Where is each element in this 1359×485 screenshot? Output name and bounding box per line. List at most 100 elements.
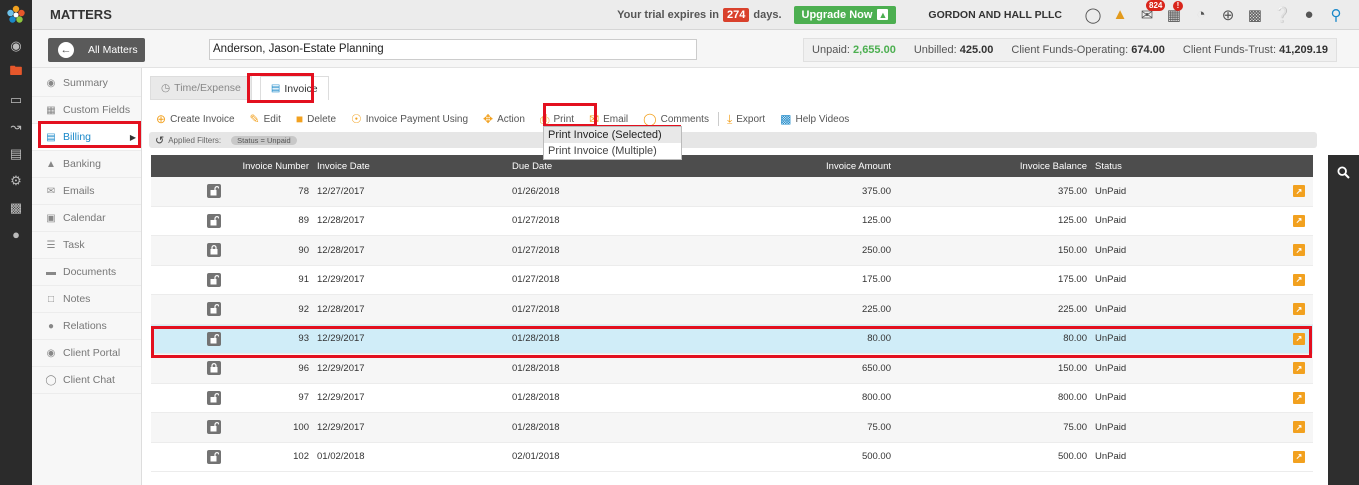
column-header-invoice-balance[interactable]: Invoice Balance bbox=[1020, 161, 1087, 172]
sidebar-item-task[interactable]: ☰ Task bbox=[32, 232, 141, 259]
edit-button[interactable]: ✎ Edit bbox=[250, 112, 281, 126]
sidebar-item-banking[interactable]: ▲ Banking bbox=[32, 151, 141, 178]
table-row[interactable]: 97 12/29/2017 01/28/2018 800.00 800.00 UnPaid… bbox=[151, 384, 1313, 413]
firm-name[interactable]: GORDON AND HALL PLLC bbox=[928, 9, 1062, 21]
search-icon[interactable] bbox=[1328, 155, 1359, 190]
email-button[interactable]: ✉ Email bbox=[589, 112, 628, 126]
contacts-icon[interactable]: ● bbox=[0, 221, 32, 248]
table-row[interactable]: 102 01/02/2018 02/01/2018 500.00 500.00 UnPai… bbox=[151, 443, 1313, 472]
app-logo[interactable] bbox=[0, 0, 32, 30]
open-invoice-icon[interactable]: ↗ bbox=[1293, 185, 1305, 198]
sidebar-item-client-chat[interactable]: ◯ Client Chat bbox=[32, 367, 141, 394]
matter-name-field[interactable]: Anderson, Jason-Estate Planning bbox=[209, 39, 697, 60]
column-header-status[interactable]: Status bbox=[1095, 161, 1122, 172]
print-invoice-selected-option[interactable]: Print Invoice (Selected) bbox=[544, 127, 681, 143]
sidebar-item-summary[interactable]: ◉ Summary bbox=[32, 70, 141, 97]
calendar-alert-icon[interactable]: ▦! bbox=[1165, 0, 1183, 24]
user-icon[interactable]: ● bbox=[1300, 6, 1318, 23]
open-invoice-icon[interactable]: ↗ bbox=[1293, 273, 1305, 286]
clock-icon: ◷ bbox=[161, 82, 171, 94]
mail-icon[interactable]: ✉ 824 bbox=[1138, 0, 1166, 24]
help-icon[interactable]: ❔ bbox=[1273, 6, 1292, 24]
table-row[interactable]: 90 12/28/2017 01/27/2018 250.00 150.00 UnPaid… bbox=[151, 236, 1313, 266]
unlock-icon[interactable] bbox=[207, 420, 221, 435]
help-videos-button[interactable]: ▩ Help Videos bbox=[780, 112, 849, 126]
delete-button[interactable]: ■ Delete bbox=[296, 112, 336, 126]
all-matters-button[interactable]: ← All Matters bbox=[48, 38, 145, 62]
table-row[interactable]: 89 12/28/2017 01/27/2018 125.00 125.00 UnPaid… bbox=[151, 207, 1313, 236]
sidebar-item-emails[interactable]: ✉ Emails bbox=[32, 178, 141, 205]
matters-folder-icon[interactable]: 🖿 bbox=[0, 59, 32, 86]
print-button[interactable]: ⎙ Print bbox=[540, 112, 574, 127]
plus-circle-icon[interactable]: ⊕ bbox=[1219, 6, 1237, 24]
unlock-icon[interactable] bbox=[207, 331, 221, 346]
column-header-invoice-date[interactable]: Invoice Date bbox=[317, 161, 370, 172]
lock-icon[interactable] bbox=[207, 243, 221, 258]
dashboard-icon[interactable]: ◉ bbox=[0, 32, 32, 59]
comments-label: Comments bbox=[660, 113, 709, 125]
unlock-icon[interactable] bbox=[207, 449, 221, 464]
print-invoice-multiple-option[interactable]: Print Invoice (Multiple) bbox=[544, 143, 681, 159]
cell-invoice-number: 78 bbox=[298, 185, 309, 197]
matter-balances: Unpaid: 2,655.00 Unbilled: 425.00 Client… bbox=[803, 38, 1337, 62]
settings-icon[interactable]: ⚙ bbox=[0, 167, 32, 194]
table-row[interactable]: 93 12/29/2017 01/28/2018 80.00 80.00 UnPaid ↗ bbox=[151, 324, 1313, 354]
sidebar-item-documents[interactable]: ▬ Documents bbox=[32, 259, 141, 286]
comments-button[interactable]: ◯ Comments bbox=[643, 112, 709, 126]
lock-icon[interactable] bbox=[207, 361, 221, 376]
table-row[interactable]: 92 12/28/2017 01/27/2018 225.00 225.00 UnPaid… bbox=[151, 295, 1313, 325]
table-row[interactable]: 100 12/29/2017 01/28/2018 75.00 75.00 UnPaid ↗ bbox=[151, 413, 1313, 443]
unlock-icon[interactable] bbox=[207, 184, 221, 199]
sidebar-item-client-portal[interactable]: ◉ Client Portal bbox=[32, 340, 141, 367]
unlock-icon[interactable] bbox=[207, 213, 221, 228]
edit-label: Edit bbox=[263, 113, 281, 125]
export-button[interactable]: ⤓ Export bbox=[727, 112, 765, 127]
unlock-icon[interactable] bbox=[207, 272, 221, 287]
sidebar-item-calendar[interactable]: ▣ Calendar bbox=[32, 205, 141, 232]
cell-invoice-date: 01/02/2018 bbox=[317, 451, 365, 463]
create-invoice-button[interactable]: ⊕ Create Invoice bbox=[156, 112, 235, 126]
open-invoice-icon[interactable]: ↗ bbox=[1293, 214, 1305, 227]
lightbulb-icon[interactable]: ⚲ bbox=[1327, 6, 1345, 24]
open-invoice-icon[interactable]: ↗ bbox=[1293, 332, 1305, 345]
bank-icon[interactable]: ▲ bbox=[1111, 6, 1129, 23]
column-header-due-date[interactable]: Due Date bbox=[512, 161, 552, 172]
unlock-icon[interactable] bbox=[207, 302, 221, 317]
sidebar-item-relations[interactable]: ● Relations bbox=[32, 313, 141, 340]
chart-line-icon[interactable]: ↝ bbox=[0, 113, 32, 140]
cell-status: UnPaid bbox=[1095, 362, 1127, 374]
bar-chart-icon[interactable]: ▩ bbox=[0, 194, 32, 221]
book-icon[interactable]: ▤ bbox=[0, 140, 32, 167]
table-row[interactable]: 96 12/29/2017 01/28/2018 650.00 150.00 UnPaid… bbox=[151, 354, 1313, 384]
film-icon[interactable]: ▩ bbox=[1246, 6, 1264, 24]
open-invoice-icon[interactable]: ↗ bbox=[1293, 303, 1305, 316]
cell-invoice-date: 12/29/2017 bbox=[317, 421, 365, 433]
column-header-invoice-number[interactable]: Invoice Number bbox=[242, 161, 309, 172]
table-row[interactable]: 78 12/27/2017 01/26/2018 375.00 375.00 UnPaid… bbox=[151, 177, 1313, 207]
upgrade-button[interactable]: Upgrade Now ▲ bbox=[793, 5, 897, 24]
timer-icon[interactable]: ◔ bbox=[1192, 6, 1210, 23]
users-icon: ● bbox=[47, 320, 55, 332]
sidebar-item-billing[interactable]: ▤ Billing ▶ bbox=[32, 124, 141, 151]
open-invoice-icon[interactable]: ↗ bbox=[1293, 244, 1305, 257]
column-header-invoice-amount[interactable]: Invoice Amount bbox=[826, 161, 891, 172]
tab-invoice[interactable]: ▤ Invoice bbox=[259, 76, 329, 100]
table-row[interactable]: 91 12/29/2017 01/27/2018 175.00 175.00 UnPaid… bbox=[151, 266, 1313, 295]
reset-filter-icon[interactable]: ↺ bbox=[155, 134, 164, 147]
open-invoice-icon[interactable]: ↗ bbox=[1293, 450, 1305, 463]
open-invoice-icon[interactable]: ↗ bbox=[1293, 421, 1305, 434]
cell-status: UnPaid bbox=[1095, 244, 1127, 256]
sidebar-item-notes[interactable]: □ Notes bbox=[32, 286, 141, 313]
laptop-icon[interactable]: ▭ bbox=[0, 86, 32, 113]
open-invoice-icon[interactable]: ↗ bbox=[1293, 362, 1305, 375]
cell-invoice-balance: 150.00 bbox=[1057, 244, 1087, 256]
action-button[interactable]: ✥ Action bbox=[483, 112, 525, 126]
chat-icon[interactable]: ◯ bbox=[1084, 6, 1102, 24]
cell-invoice-balance: 125.00 bbox=[1057, 215, 1087, 227]
filter-pill-status[interactable]: Status = Unpaid bbox=[231, 135, 297, 145]
sidebar-item-custom-fields[interactable]: ▦ Custom Fields bbox=[32, 97, 141, 124]
tab-time-expense[interactable]: ◷ Time/Expense bbox=[150, 76, 252, 100]
invoice-payment-button[interactable]: ☉ Invoice Payment Using bbox=[351, 112, 468, 126]
unlock-icon[interactable] bbox=[207, 390, 221, 405]
open-invoice-icon[interactable]: ↗ bbox=[1293, 391, 1305, 404]
